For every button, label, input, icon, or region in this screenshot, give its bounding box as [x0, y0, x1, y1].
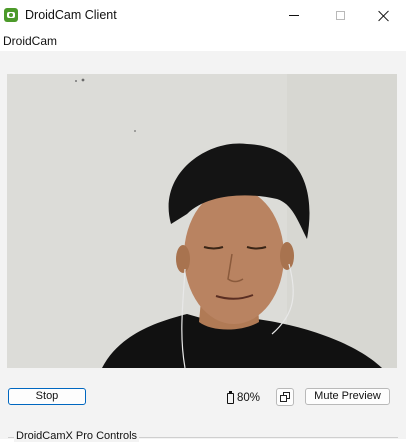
maximize-icon [335, 11, 345, 20]
menu-item-droidcam[interactable]: DroidCam [3, 34, 57, 48]
maximize-button[interactable] [317, 0, 363, 31]
droidcam-app-icon [4, 8, 18, 22]
battery-icon [227, 390, 234, 404]
window-title: DroidCam Client [25, 8, 117, 22]
camera-preview-image [7, 74, 397, 368]
minimize-button[interactable] [271, 0, 317, 31]
mute-preview-button[interactable]: Mute Preview [305, 388, 390, 405]
battery-status: 80% [227, 390, 261, 405]
copy-button[interactable] [276, 388, 294, 406]
minimize-icon [289, 15, 299, 16]
copy-icon-back [280, 395, 287, 402]
close-button[interactable] [361, 0, 406, 31]
menu-bar: DroidCam [0, 31, 406, 51]
stop-button[interactable]: Stop [8, 388, 86, 405]
camera-preview [7, 74, 397, 368]
pro-controls-label: DroidCamX Pro Controls [14, 430, 140, 442]
battery-level: 80% [237, 392, 261, 404]
close-icon [378, 10, 390, 22]
title-bar[interactable]: DroidCam Client [0, 0, 406, 31]
